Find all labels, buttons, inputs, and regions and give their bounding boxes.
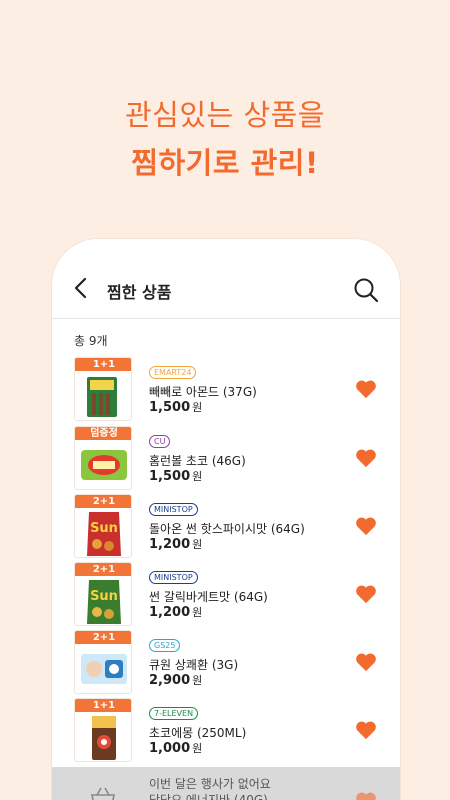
- promo-badge: 2+1: [75, 563, 131, 576]
- promo-badge: 1+1: [75, 699, 131, 712]
- list-item[interactable]: 덤증정 CU 홈런볼 초코 (46G) 1,500 원: [52, 426, 400, 492]
- product-image-homerun-ball-icon: [81, 450, 127, 480]
- basket-icon: [91, 787, 115, 800]
- product-thumbnail: 덤증정: [74, 426, 132, 490]
- phone-screen: 찜한 상품 총 9개 1+1 EMART24 빼빼로 아몬드 (37G) 1,5…: [52, 239, 400, 800]
- page-title: 찜한 상품: [107, 283, 172, 302]
- inactive-list-item[interactable]: 이번 달은 행사가 없어요 당당오 에너지바 (40G): [52, 767, 400, 800]
- store-badge: CU: [149, 435, 171, 448]
- promo-badge: 2+1: [75, 495, 131, 508]
- app-bar: 찜한 상품: [52, 239, 400, 319]
- product-name: 초코에몽 (250ML): [149, 726, 247, 740]
- product-name: 당당오 에너지바 (40G): [149, 793, 268, 800]
- product-image-sun-chips-garlic-icon: Sun: [87, 580, 121, 624]
- product-image-choco-emong-icon: [92, 716, 116, 760]
- product-price: 1,500 원: [149, 400, 203, 415]
- product-name: 빼빼로 아몬드 (37G): [149, 385, 257, 399]
- store-badge: GS25: [149, 639, 181, 652]
- list-item[interactable]: 2+1 Sun MINISTOP 돌아온 썬 핫스파이시맛 (64G) 1,20…: [52, 494, 400, 560]
- promo-badge: 덤증정: [75, 427, 131, 440]
- product-price: 1,000 원: [149, 741, 203, 756]
- list-item[interactable]: 2+1 GS25 큐원 상쾌환 (3G) 2,900 원: [52, 630, 400, 696]
- heart-icon[interactable]: [355, 584, 377, 604]
- search-icon[interactable]: [352, 276, 380, 304]
- svg-text:Sun: Sun: [90, 521, 118, 536]
- product-image-sangkwaehwan-icon: [81, 654, 127, 684]
- store-badge: EMART24: [149, 366, 197, 379]
- product-thumbnail: 2+1 Sun: [74, 494, 132, 558]
- product-price: 2,900 원: [149, 673, 203, 688]
- product-price: 1,200 원: [149, 537, 203, 552]
- product-price: 1,500 원: [149, 469, 203, 484]
- promo-badge: 2+1: [75, 631, 131, 644]
- product-name: 큐원 상쾌환 (3G): [149, 658, 239, 672]
- list-item[interactable]: 2+1 Sun MINISTOP 썬 갈릭바게트맛 (64G) 1,200 원: [52, 562, 400, 628]
- heart-icon[interactable]: [355, 720, 377, 740]
- list-item[interactable]: 1+1 EMART24 빼빼로 아몬드 (37G) 1,500 원: [52, 357, 400, 423]
- heart-icon[interactable]: [355, 791, 377, 800]
- back-arrow-icon[interactable]: [70, 276, 94, 300]
- product-name: 썬 갈릭바게트맛 (64G): [149, 590, 268, 604]
- product-thumbnail: 2+1: [74, 630, 132, 694]
- heart-icon[interactable]: [355, 516, 377, 536]
- product-name: 돌아온 썬 핫스파이시맛 (64G): [149, 522, 305, 536]
- product-image-sun-chips-hot-icon: Sun: [87, 512, 121, 556]
- svg-text:Sun: Sun: [90, 589, 118, 604]
- product-thumbnail: 1+1: [74, 357, 132, 421]
- promo-badge: 1+1: [75, 358, 131, 371]
- store-badge: 7-ELEVEN: [149, 707, 199, 720]
- product-name: 홈런볼 초코 (46G): [149, 454, 246, 468]
- store-badge: MINISTOP: [149, 503, 198, 516]
- list-item[interactable]: 1+1 7-ELEVEN 초코에몽 (250ML) 1,000 원: [52, 698, 400, 764]
- heart-icon[interactable]: [355, 448, 377, 468]
- product-image-pepero-icon: [87, 377, 117, 417]
- store-badge: MINISTOP: [149, 571, 198, 584]
- product-thumbnail: 1+1: [74, 698, 132, 762]
- no-event-note: 이번 달은 행사가 없어요: [149, 777, 271, 791]
- promo-headline-line1: 관심있는 상품을: [125, 98, 325, 132]
- product-thumbnail: 2+1 Sun: [74, 562, 132, 626]
- promo-headline-line2: 찜하기로 관리!: [131, 146, 319, 180]
- heart-icon[interactable]: [355, 652, 377, 672]
- heart-icon[interactable]: [355, 379, 377, 399]
- item-count: 총 9개: [74, 334, 108, 348]
- product-price: 1,200 원: [149, 605, 203, 620]
